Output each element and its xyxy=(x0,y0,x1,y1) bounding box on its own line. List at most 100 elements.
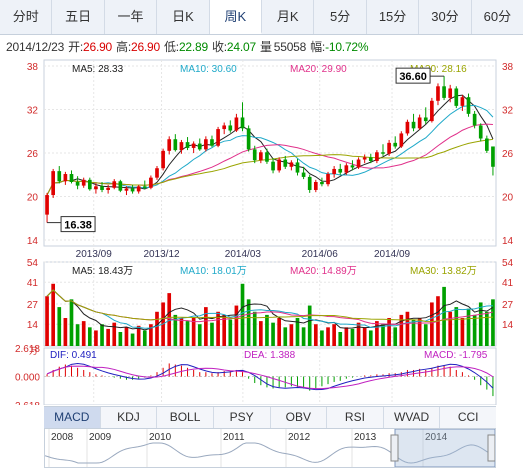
volume-bar xyxy=(265,314,269,346)
candle-body xyxy=(75,182,80,186)
macd-tick-label: 0.000 xyxy=(15,373,40,384)
volume-tick-label: 54 xyxy=(27,258,39,269)
volume-bar xyxy=(368,330,373,346)
candle-body xyxy=(301,172,306,177)
volume-bar xyxy=(332,324,336,346)
navigator-year-label: 2012 xyxy=(288,432,311,443)
volume-tick-label: 27 xyxy=(27,300,39,311)
volume-bar xyxy=(124,327,129,346)
volume-bar xyxy=(57,307,62,346)
indicator-tab-obv[interactable]: OBV xyxy=(271,407,328,428)
volume-bar xyxy=(142,330,147,346)
candle-body xyxy=(149,177,153,188)
candle-body xyxy=(124,188,129,191)
volume-bar xyxy=(313,324,318,346)
candle-body xyxy=(283,159,288,167)
candle-body xyxy=(430,100,434,122)
indicator-tab-boll[interactable]: BOLL xyxy=(157,407,214,428)
macd-tick-label: -2.618 xyxy=(12,401,41,405)
volume-bar xyxy=(185,321,190,346)
volume-bar xyxy=(246,299,251,346)
candle-body xyxy=(45,195,49,215)
candle-body xyxy=(191,143,196,148)
indicator-tab-rsi[interactable]: RSI xyxy=(327,407,384,428)
candle-body xyxy=(368,157,373,161)
volume-bar xyxy=(179,318,184,346)
volume-bar xyxy=(252,311,257,346)
max-marker-label: 36.60 xyxy=(399,71,427,83)
volume-bar xyxy=(45,296,49,346)
price-tick-label: 14 xyxy=(27,236,39,247)
volume-bar xyxy=(338,332,343,346)
indicator-tab-macd[interactable]: MACD xyxy=(44,407,101,428)
volume-ma-legend-2: MA20: 14.89万 xyxy=(290,266,357,277)
candle-body xyxy=(142,186,147,188)
volume-bar xyxy=(167,293,172,346)
macd-dif-legend: DIF: 0.491 xyxy=(50,350,97,361)
candle-body xyxy=(485,138,489,151)
candle-body xyxy=(161,150,165,169)
indicator-tab-psy[interactable]: PSY xyxy=(214,407,271,428)
candle-body xyxy=(185,142,190,148)
candle-body xyxy=(259,152,263,161)
indicator-tab-wvad[interactable]: WVAD xyxy=(384,407,441,428)
candle-body xyxy=(167,139,172,151)
candle-body xyxy=(252,149,257,161)
candle-body xyxy=(332,168,336,175)
price-tick-label-right: 20 xyxy=(502,193,514,204)
candle-body xyxy=(313,182,318,190)
candle-body xyxy=(472,113,477,126)
candle-body xyxy=(448,88,453,98)
candle-body xyxy=(234,117,239,131)
time-tick-label: 2013/09 xyxy=(76,249,113,260)
candle-body xyxy=(411,121,416,129)
candle-body xyxy=(478,125,483,139)
volume-bar xyxy=(448,311,453,346)
candle-body xyxy=(118,181,123,191)
navigator-year-label: 2008 xyxy=(51,432,74,443)
price-ma-legend-1: MA10: 30.60 xyxy=(180,64,237,75)
stock-chart[interactable]: 38 38 32 32 26 26 20 20 14 14 2013/09 2013/12 2014/0… xyxy=(0,0,523,405)
candle-body xyxy=(246,128,251,150)
time-tick-label: 2014/06 xyxy=(302,249,339,260)
volume-tick-label: 41 xyxy=(27,278,39,289)
candle-body xyxy=(362,157,367,160)
navigator-year-label: 2011 xyxy=(223,432,245,443)
range-navigator[interactable]: 2008 2009 2010 2011 2012 2013 2014 xyxy=(44,428,496,468)
volume-bar xyxy=(63,318,68,346)
price-tick-label: 26 xyxy=(27,149,39,160)
price-ma-legend-2: MA20: 29.90 xyxy=(290,64,347,75)
candle-body xyxy=(289,162,294,167)
candle-body xyxy=(466,97,471,114)
navigator-right-handle[interactable] xyxy=(487,434,496,462)
volume-bar xyxy=(326,327,330,346)
volume-ma-legend-0: MA5: 18.43万 xyxy=(72,266,133,277)
volume-bar xyxy=(301,327,306,346)
candle-body xyxy=(87,179,92,190)
price-tick-label: 20 xyxy=(27,193,39,204)
navigator-left-handle[interactable] xyxy=(390,434,399,462)
volume-bar xyxy=(478,302,483,346)
candle-body xyxy=(228,125,233,131)
candle-body xyxy=(295,162,300,173)
volume-bar xyxy=(191,318,196,346)
volume-bar xyxy=(381,324,385,346)
candle-body xyxy=(112,181,117,188)
volume-tick-label: 14 xyxy=(27,320,39,331)
candle-body xyxy=(320,182,324,185)
volume-bar xyxy=(454,307,459,346)
volume-bar xyxy=(277,318,281,346)
volume-bar xyxy=(472,314,477,346)
navigator-overview: 2008 2009 2010 2011 2012 2013 2014 xyxy=(44,428,496,468)
indicator-tab-cci[interactable]: CCI xyxy=(440,407,496,428)
navigator-selected-range xyxy=(394,428,496,468)
candle-body xyxy=(94,186,98,190)
volume-bar xyxy=(228,319,233,346)
indicator-tab-kdj[interactable]: KDJ xyxy=(101,407,158,428)
price-tick-label-right: 32 xyxy=(502,106,514,117)
price-tick-label-right: 26 xyxy=(502,149,514,160)
volume-bar xyxy=(442,286,446,346)
min-marker-label: 16.38 xyxy=(64,220,92,232)
indicator-tabs: MACD KDJ BOLL PSY OBV RSI WVAD CCI xyxy=(44,406,496,429)
candle-body xyxy=(442,86,446,98)
